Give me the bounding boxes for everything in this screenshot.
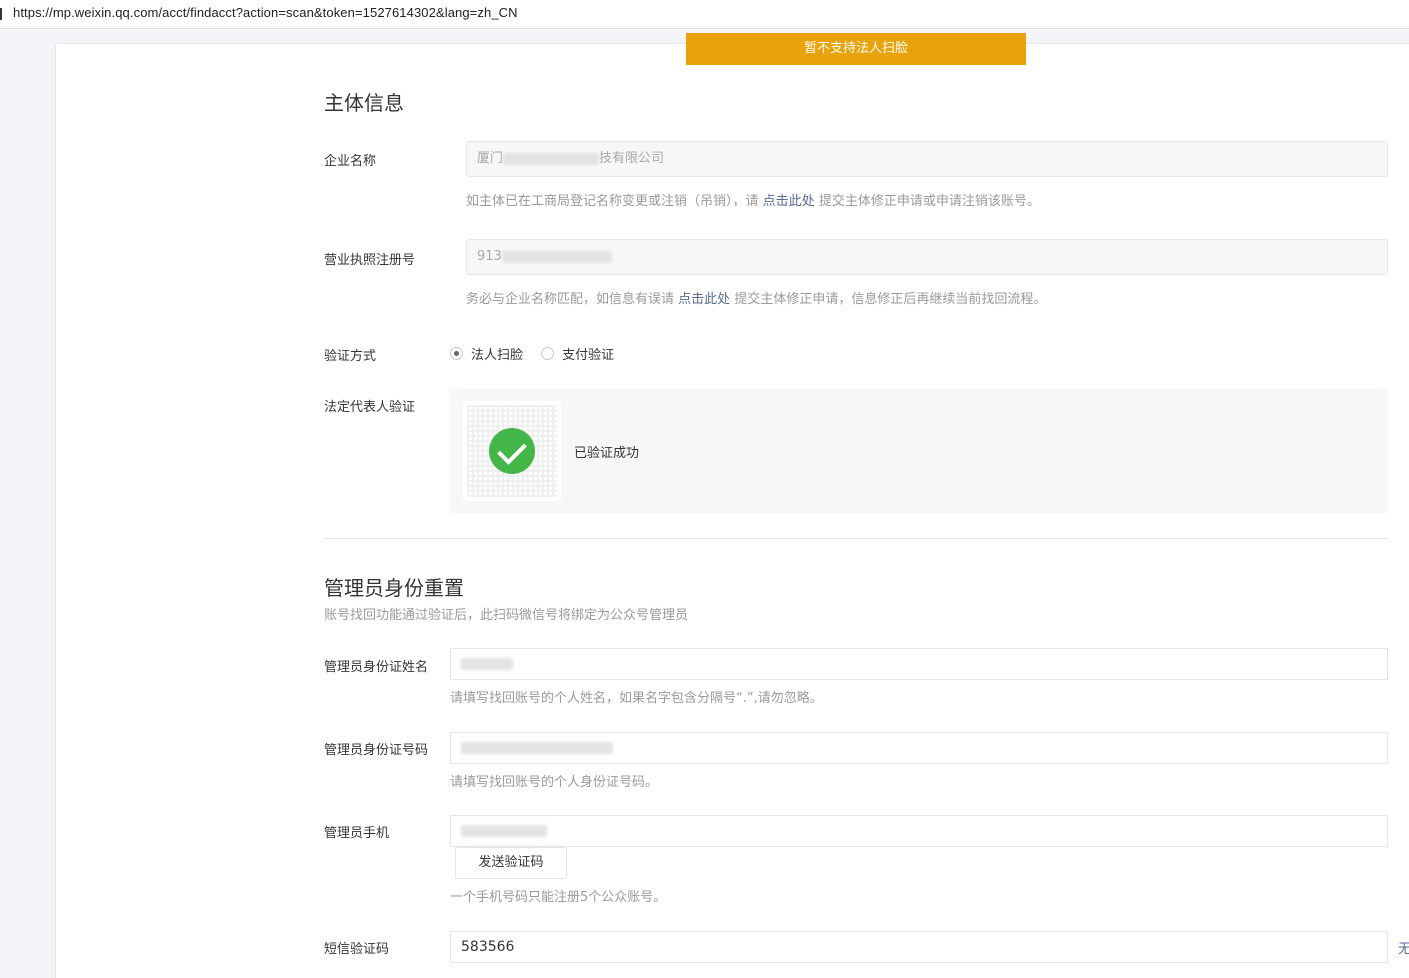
license-number-prefix: 913 (477, 249, 502, 264)
company-name-tip: 如主体已在工商局登记名称变更或注销（吊销），请 点击此处 提交主体修正申请或申请… (466, 190, 1040, 209)
radio-face-scan-label: 法人扫脸 (471, 348, 524, 363)
company-tip-text: 如主体已在工商局登记名称变更或注销（吊销），请 (466, 194, 759, 209)
admin-id-input[interactable] (450, 732, 1388, 764)
sms-code-input[interactable]: 583566 (450, 931, 1388, 963)
company-name-redaction (503, 152, 600, 165)
section-title-admin: 管理员身份重置 (324, 576, 464, 600)
browser-address-bar[interactable]: https://mp.weixin.qq.com/acct/findacct?a… (0, 0, 1409, 29)
legal-rep-verify-panel: 已验证成功 (450, 389, 1388, 513)
address-bar-url[interactable]: https://mp.weixin.qq.com/acct/findacct?a… (13, 5, 518, 20)
company-name-label: 企业名称 (324, 154, 377, 169)
success-check-icon (489, 428, 535, 474)
admin-name-input[interactable] (450, 648, 1388, 680)
radio-payment-verify-indicator[interactable] (541, 347, 555, 360)
radio-payment-verify[interactable]: 支付验证 (541, 344, 614, 363)
section-title-entity: 主体信息 (324, 91, 404, 115)
admin-phone-input[interactable] (450, 815, 1388, 847)
legal-rep-verify-label: 法定代表人验证 (324, 400, 416, 415)
admin-phone-tip: 一个手机号码只能注册5个公众账号。 (450, 890, 667, 905)
admin-name-redaction (461, 658, 513, 670)
admin-id-redaction (461, 742, 613, 754)
admin-phone-redaction (461, 825, 547, 837)
license-tip-text: 务必与企业名称匹配，如信息有误请 (466, 292, 675, 307)
license-number-field: 913 (466, 239, 1388, 275)
admin-id-label: 管理员身份证号码 (324, 743, 429, 758)
admin-phone-label: 管理员手机 (324, 826, 390, 841)
verify-status-text: 已验证成功 (574, 446, 640, 461)
license-number-redaction (501, 250, 612, 263)
address-bar-edge (0, 8, 2, 20)
company-name-field: 厦门 技有限公司 (466, 141, 1388, 177)
admin-name-tip: 请填写找回账号的个人姓名，如果名字包含分隔号“.”,请勿忽略。 (450, 691, 823, 706)
sms-code-label: 短信验证码 (324, 942, 390, 957)
verify-method-label: 验证方式 (324, 349, 377, 364)
verify-method-radio-group: 法人扫脸 支付验证 (450, 344, 628, 364)
admin-section-subtitle: 账号找回功能通过验证后，此扫码微信号将绑定为公众号管理员 (324, 608, 689, 623)
qr-code (463, 401, 561, 501)
company-name-prefix: 厦门 (477, 151, 504, 166)
license-number-tip: 务必与企业名称匹配，如信息有误请 点击此处 提交主体修正申请，信息修正后再继续当… (466, 288, 1046, 307)
section-divider (324, 538, 1388, 539)
sms-side-text[interactable]: 无 (1398, 938, 1409, 957)
admin-name-label: 管理员身份证姓名 (324, 660, 429, 675)
company-tip-link[interactable]: 点击此处 (763, 194, 815, 209)
license-tip-link[interactable]: 点击此处 (678, 292, 730, 307)
radio-face-scan[interactable]: 法人扫脸 (450, 344, 523, 363)
warning-banner: 暂不支持法人扫脸 (686, 33, 1026, 65)
company-name-suffix: 技有限公司 (599, 151, 665, 166)
send-code-button[interactable]: 发送验证码 (455, 847, 567, 879)
license-tip-text-after: 提交主体修正申请，信息修正后再继续当前找回流程。 (734, 292, 1047, 307)
license-number-label: 营业执照注册号 (324, 253, 416, 268)
company-tip-text-after: 提交主体修正申请或申请注销该账号。 (818, 194, 1040, 209)
admin-id-tip: 请填写找回账号的个人身份证号码。 (450, 775, 659, 790)
radio-payment-verify-label: 支付验证 (562, 348, 615, 363)
radio-face-scan-indicator[interactable] (450, 347, 463, 360)
